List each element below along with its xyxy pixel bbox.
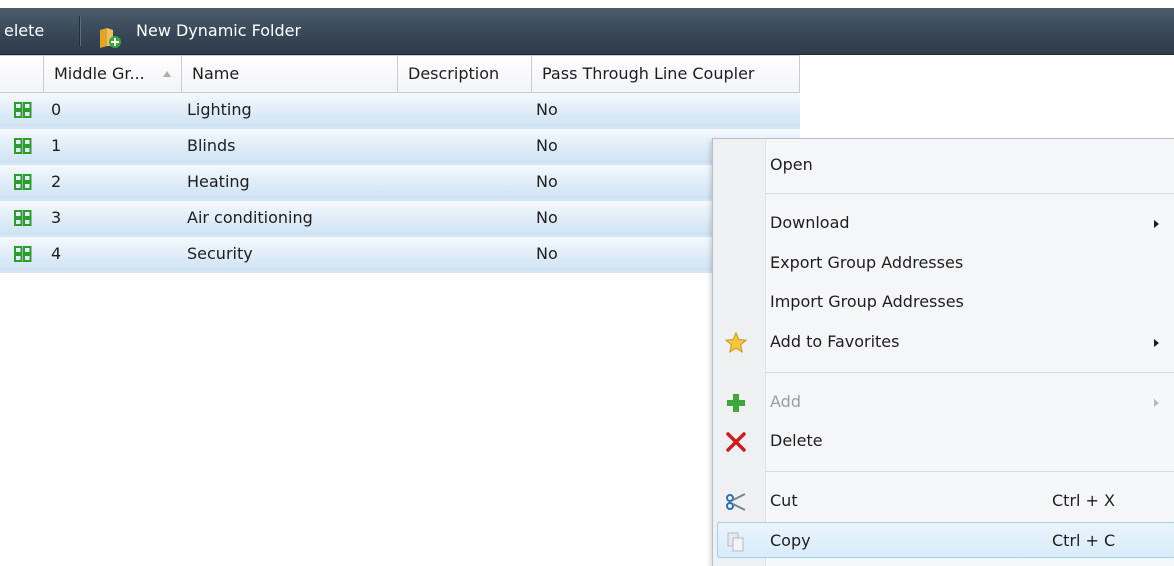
submenu-arrow-icon xyxy=(1154,220,1159,228)
delete-toolbar-button[interactable]: elete xyxy=(4,8,44,54)
menu-separator xyxy=(765,193,1174,194)
menu-item-open[interactable]: Open xyxy=(713,147,1174,183)
column-header-pass-through[interactable]: Pass Through Line Coupler xyxy=(532,56,800,92)
toolbar-separator xyxy=(79,16,81,46)
row-name: Lighting xyxy=(187,100,252,119)
middle-group-icon xyxy=(14,246,32,262)
table-row[interactable]: 4 Security No xyxy=(0,237,800,273)
menu-item-label: Copy xyxy=(770,531,811,550)
column-header-label: Middle Gr... xyxy=(54,64,145,83)
menu-item-label: Export Group Addresses xyxy=(770,253,964,272)
row-number: 4 xyxy=(51,244,62,263)
menu-separator xyxy=(765,471,1174,472)
middle-group-icon xyxy=(14,102,32,118)
column-header-description[interactable]: Description xyxy=(398,56,532,92)
menu-item-shortcut: Ctrl + X xyxy=(1052,491,1116,510)
delete-toolbar-label: elete xyxy=(4,21,45,40)
menu-item-shortcut: Ctrl + C xyxy=(1052,531,1116,550)
row-name: Heating xyxy=(187,172,250,191)
delete-x-icon xyxy=(725,430,747,452)
menu-item-label: Cut xyxy=(770,491,798,510)
row-number: 2 xyxy=(51,172,62,191)
row-pass-through: No xyxy=(536,172,558,191)
menu-item-label: Download xyxy=(770,213,850,232)
menu-item-label: Add xyxy=(770,392,801,411)
table-row[interactable]: 3 Air conditioning No xyxy=(0,201,800,237)
dynamic-folder-icon xyxy=(98,21,122,48)
row-name: Air conditioning xyxy=(187,208,313,227)
row-pass-through: No xyxy=(536,136,558,155)
row-pass-through: No xyxy=(536,244,558,263)
menu-item-download[interactable]: Download xyxy=(713,205,1174,241)
copy-icon xyxy=(725,530,747,552)
column-header-label: Pass Through Line Coupler xyxy=(542,64,755,83)
table-row[interactable]: 1 Blinds No xyxy=(0,129,800,165)
middle-group-icon xyxy=(14,138,32,154)
sort-ascending-icon xyxy=(163,71,171,77)
grid-header: Middle Gr... Name Description Pass Throu… xyxy=(0,55,800,93)
menu-item-add-to-favorites[interactable]: Add to Favorites xyxy=(713,324,1174,360)
plus-icon xyxy=(725,391,747,413)
row-name: Blinds xyxy=(187,136,236,155)
column-header-label: Description xyxy=(408,64,500,83)
menu-item-label: Open xyxy=(770,155,813,174)
menu-separator xyxy=(765,372,1174,373)
row-number: 1 xyxy=(51,136,62,155)
row-pass-through: No xyxy=(536,208,558,227)
menu-item-add[interactable]: Add xyxy=(713,384,1174,420)
column-header-label: Name xyxy=(192,64,240,83)
menu-item-label: Add to Favorites xyxy=(770,332,900,351)
row-number: 3 xyxy=(51,208,62,227)
submenu-arrow-icon xyxy=(1154,339,1159,347)
middle-group-icon xyxy=(14,174,32,190)
new-dynamic-folder-label: New Dynamic Folder xyxy=(136,21,302,40)
submenu-arrow-icon xyxy=(1154,399,1159,407)
menu-item-delete[interactable]: Delete xyxy=(713,423,1174,459)
row-icon-column-header xyxy=(0,56,44,92)
context-menu: Open Download Export Group Addresses Imp… xyxy=(712,138,1174,566)
star-icon xyxy=(724,331,748,354)
row-name: Security xyxy=(187,244,253,263)
menu-item-import-group-addresses[interactable]: Import Group Addresses xyxy=(713,284,1174,320)
middle-group-icon xyxy=(14,210,32,226)
table-row[interactable]: 2 Heating No xyxy=(0,165,800,201)
table-row[interactable]: 0 Lighting No xyxy=(0,93,800,129)
scissors-icon xyxy=(725,490,747,512)
menu-item-label: Delete xyxy=(770,431,823,450)
menu-item-copy[interactable]: Copy Ctrl + C xyxy=(717,522,1174,558)
grid-body: 0 Lighting No 1 Blinds No 2 Heating No 3… xyxy=(0,93,800,273)
toolbar: elete New Dynamic Folder xyxy=(0,8,1174,55)
menu-item-label: Import Group Addresses xyxy=(770,292,964,311)
row-number: 0 xyxy=(51,100,62,119)
column-header-middle-group[interactable]: Middle Gr... xyxy=(44,56,182,92)
new-dynamic-folder-button[interactable]: New Dynamic Folder xyxy=(98,8,301,54)
menu-item-export-group-addresses[interactable]: Export Group Addresses xyxy=(713,245,1174,281)
row-pass-through: No xyxy=(536,100,558,119)
menu-item-cut[interactable]: Cut Ctrl + X xyxy=(713,483,1174,519)
column-header-name[interactable]: Name xyxy=(182,56,398,92)
